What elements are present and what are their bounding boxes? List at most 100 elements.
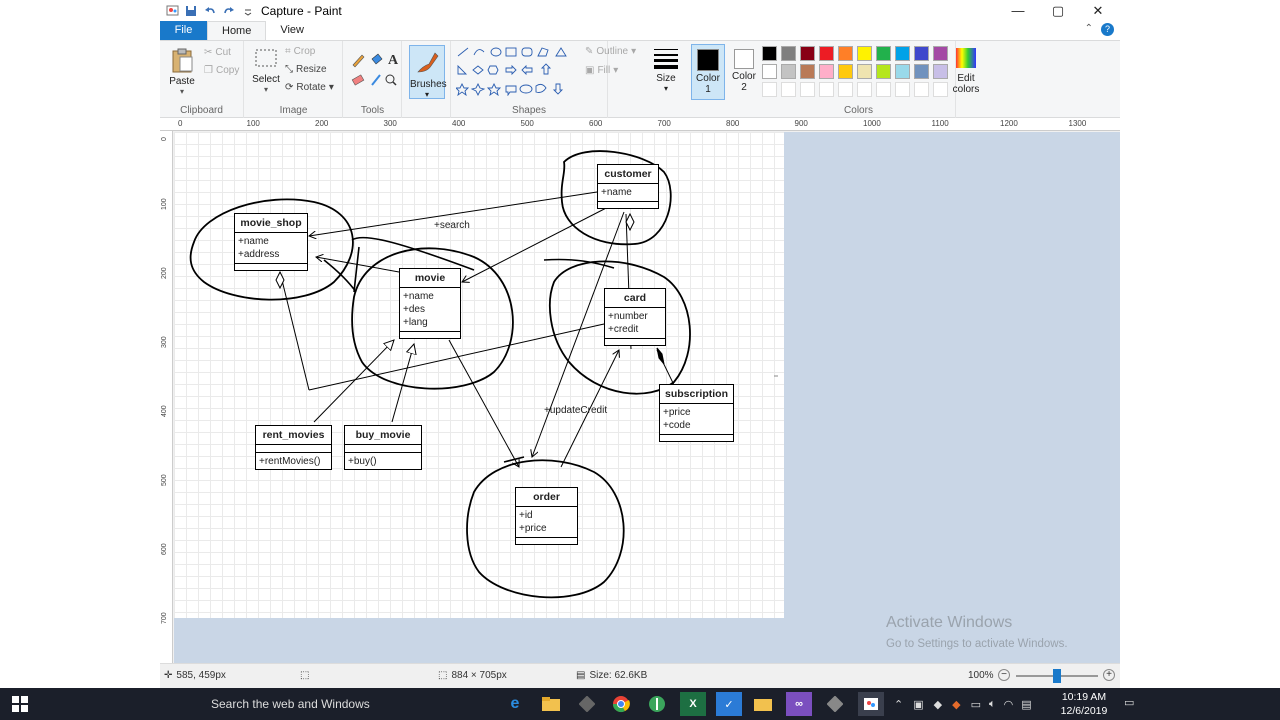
magnifier-icon[interactable] <box>385 74 397 86</box>
palette-swatch-empty[interactable] <box>800 82 815 97</box>
palette-swatch[interactable] <box>819 64 834 79</box>
customize-qat-icon[interactable] <box>241 4 255 18</box>
vscode-icon[interactable]: ✓ <box>716 692 742 716</box>
folder-icon[interactable] <box>750 692 776 716</box>
palette-swatch-empty[interactable] <box>819 82 834 97</box>
edit-colors-button[interactable]: Edit colors <box>948 46 984 95</box>
palette-swatch-empty[interactable] <box>933 82 948 97</box>
palette-swatch[interactable] <box>933 46 948 61</box>
crop-button[interactable]: ⌗ Crop <box>285 46 315 57</box>
palette-swatch-empty[interactable] <box>914 82 929 97</box>
palette-swatch[interactable] <box>838 64 853 79</box>
drawing-canvas[interactable]: customer +name movie_shop +name +address … <box>174 132 784 618</box>
visual-studio-icon[interactable]: ∞ <box>786 692 812 716</box>
edge-label-update-credit: +updateCredit <box>544 405 608 416</box>
color1-button[interactable]: Color 1 <box>691 44 725 100</box>
notification-icon[interactable]: ▤ <box>1021 698 1031 711</box>
paste-button[interactable]: Paste ▾ <box>168 47 196 96</box>
color2-button[interactable]: Color 2 <box>728 44 760 100</box>
palette-swatch[interactable] <box>933 64 948 79</box>
palette-swatch[interactable] <box>895 64 910 79</box>
action-center-icon[interactable]: ▭ <box>1124 696 1134 709</box>
palette-swatch-empty[interactable] <box>781 82 796 97</box>
palette-swatch[interactable] <box>781 64 796 79</box>
palette-swatch-empty[interactable] <box>895 82 910 97</box>
text-icon[interactable]: A <box>388 53 399 68</box>
palette-swatch[interactable] <box>876 64 891 79</box>
app-icon-10[interactable] <box>822 692 848 716</box>
tray-app-icon-2[interactable]: ◆ <box>934 698 942 711</box>
palette-swatch[interactable] <box>800 46 815 61</box>
palette-swatch[interactable] <box>914 46 929 61</box>
outline-button[interactable]: ✎ Outline ▾ <box>585 46 636 57</box>
pencil-icon[interactable] <box>352 54 365 68</box>
fill-button[interactable]: ▣ Fill ▾ <box>585 65 618 76</box>
ruler-tick-label: 400 <box>452 119 466 128</box>
palette-swatch[interactable] <box>895 46 910 61</box>
palette-swatch[interactable] <box>819 46 834 61</box>
zoom-slider[interactable] <box>1016 669 1098 683</box>
zoom-out-button[interactable]: − <box>998 669 1010 681</box>
palette-swatch[interactable] <box>857 46 872 61</box>
chrome-icon[interactable] <box>608 692 634 716</box>
tray-app-icon[interactable]: ▣ <box>913 698 923 711</box>
volume-icon[interactable]: 🔈︎ <box>989 698 996 711</box>
zoom-level: 100% <box>968 670 994 681</box>
tab-view[interactable]: View <box>266 21 318 40</box>
app-icon-5[interactable] <box>644 692 670 716</box>
palette-swatch-empty[interactable] <box>857 82 872 97</box>
rotate-button[interactable]: ⟳ Rotate ▾ <box>285 82 334 93</box>
wifi-icon[interactable]: ◠ <box>1004 698 1014 711</box>
taskbar-search[interactable]: Search the web and Windows <box>211 688 501 720</box>
tray-app-icon-3[interactable]: ◆ <box>952 698 960 711</box>
fill-icon[interactable] <box>371 53 383 65</box>
palette-swatch-empty[interactable] <box>838 82 853 97</box>
undo-icon[interactable] <box>203 4 217 18</box>
excel-icon[interactable]: X <box>680 692 706 716</box>
resize-button[interactable]: ⤡ Resize <box>285 64 327 75</box>
zoom-slider-thumb[interactable] <box>1053 669 1061 683</box>
ruler-tick-label: 0 <box>161 137 168 141</box>
start-button[interactable] <box>0 688 40 720</box>
save-icon[interactable] <box>184 4 198 18</box>
palette-swatch-empty[interactable] <box>876 82 891 97</box>
size-button[interactable]: Size ▾ <box>648 46 684 93</box>
paint-taskbar-icon[interactable] <box>858 692 884 716</box>
cut-button[interactable]: ✂ Cut <box>204 47 231 58</box>
tab-file[interactable]: File <box>160 21 207 40</box>
maximize-button[interactable]: ▢ <box>1038 0 1078 21</box>
edge-icon[interactable]: e <box>502 692 528 716</box>
tab-home[interactable]: Home <box>207 21 267 40</box>
select-button[interactable]: Select ▾ <box>251 47 281 94</box>
help-icon[interactable]: ? <box>1101 23 1114 36</box>
vertical-ruler: 0 100 200 300 400 500 600 700 <box>160 131 173 663</box>
redo-icon[interactable] <box>222 4 236 18</box>
taskbar-clock[interactable]: 10:19 AM 12/6/2019 <box>1052 690 1116 718</box>
class-customer: customer +name <box>597 164 659 209</box>
battery-icon[interactable]: ▭ <box>971 698 981 711</box>
crop-icon: ⌗ <box>285 46 291 57</box>
ruler-tick-label: 600 <box>589 119 603 128</box>
close-button[interactable]: ✕ <box>1078 0 1118 21</box>
palette-swatch[interactable] <box>857 64 872 79</box>
minimize-button[interactable]: — <box>998 0 1038 21</box>
color-picker-icon[interactable] <box>371 74 381 86</box>
file-explorer-icon[interactable] <box>538 692 564 716</box>
eraser-icon[interactable] <box>351 74 365 86</box>
palette-swatch[interactable] <box>876 46 891 61</box>
palette-swatch[interactable] <box>762 64 777 79</box>
brushes-button[interactable]: Brushes ▾ <box>409 45 447 99</box>
brush-icon <box>417 52 439 73</box>
palette-swatch-empty[interactable] <box>762 82 777 97</box>
collapse-ribbon-icon[interactable]: ⌃ <box>1085 23 1093 36</box>
palette-swatch[interactable] <box>914 64 929 79</box>
copy-button[interactable]: ❐ Copy <box>204 65 239 76</box>
palette-swatch[interactable] <box>762 46 777 61</box>
palette-swatch[interactable] <box>781 46 796 61</box>
palette-swatch[interactable] <box>800 64 815 79</box>
app-icon-3[interactable] <box>574 692 600 716</box>
tray-chevron-icon[interactable]: ⌃ <box>894 698 903 711</box>
zoom-in-button[interactable]: + <box>1103 669 1115 681</box>
shapes-gallery[interactable] <box>456 46 580 96</box>
palette-swatch[interactable] <box>838 46 853 61</box>
